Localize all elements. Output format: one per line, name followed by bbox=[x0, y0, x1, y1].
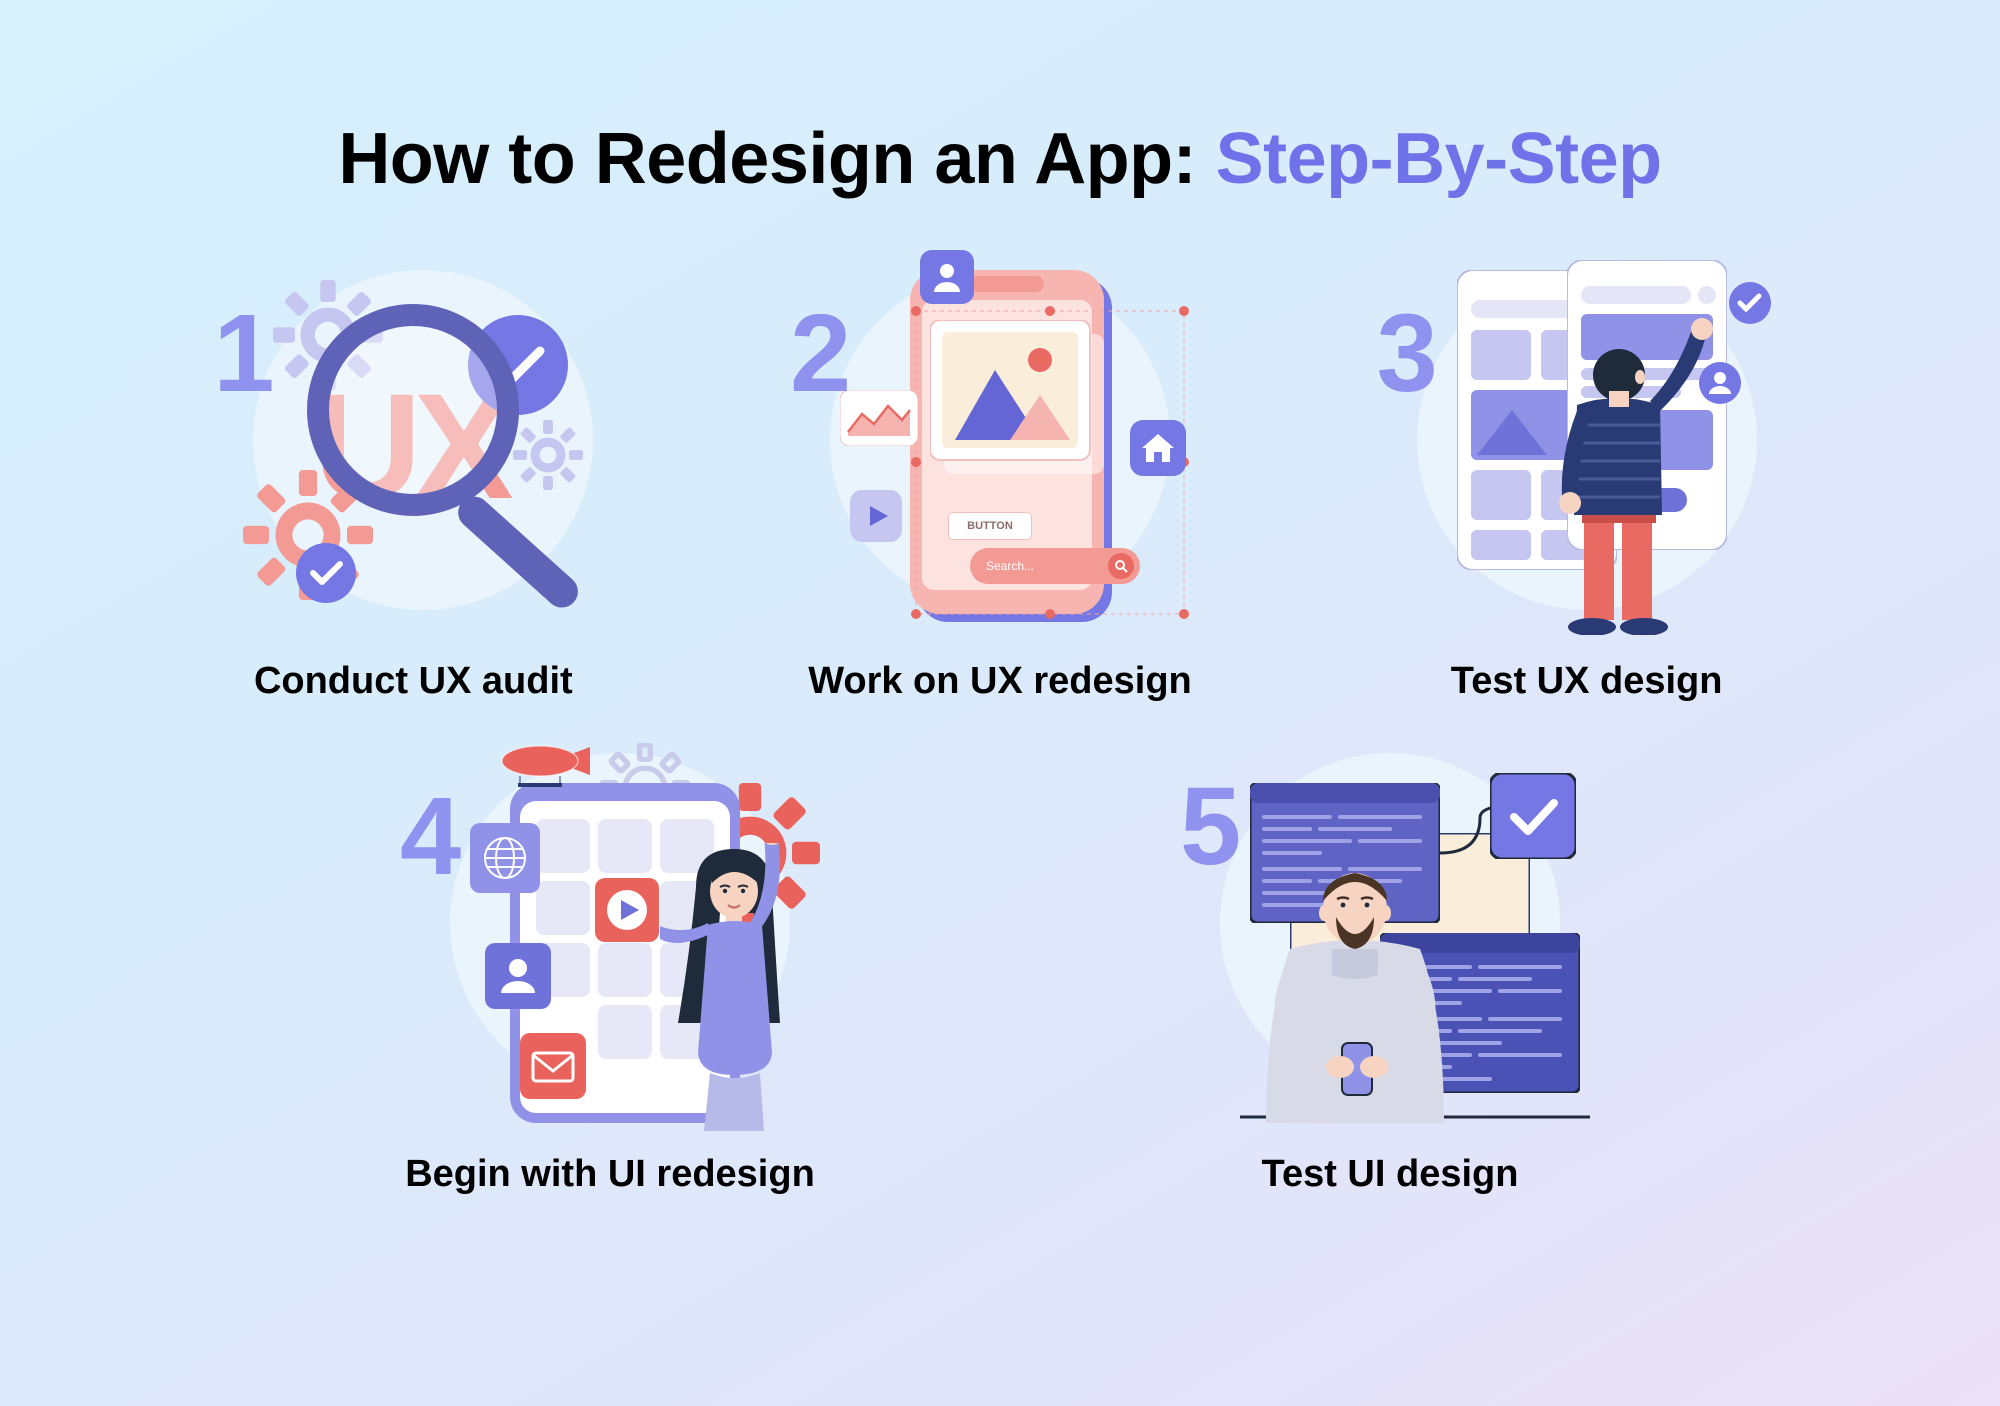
person-back-icon bbox=[1512, 305, 1722, 635]
play-chip-icon bbox=[850, 490, 902, 542]
home-chip-icon bbox=[1130, 420, 1186, 476]
step-number: 4 bbox=[400, 773, 461, 900]
step-number: 2 bbox=[790, 290, 851, 417]
illustration-ui-redesign: 4 bbox=[400, 743, 820, 1123]
step-card: 5 bbox=[1140, 743, 1640, 1196]
search-icon bbox=[1108, 553, 1134, 579]
step-card: 1 UX bbox=[163, 250, 663, 703]
steps-grid: 1 UX bbox=[0, 200, 2000, 1196]
step-card: 3 bbox=[1337, 250, 1837, 703]
check-tile-icon bbox=[1490, 773, 1576, 859]
step-caption: Begin with UI redesign bbox=[405, 1153, 815, 1196]
search-pill: Search... bbox=[970, 548, 1140, 584]
check-badge-icon bbox=[1727, 280, 1773, 326]
magnifier-icon bbox=[293, 290, 593, 610]
step-card: 2 BUTTON bbox=[750, 250, 1250, 703]
mail-tile-icon bbox=[520, 1033, 586, 1099]
illustration-test-ui: 5 bbox=[1180, 743, 1600, 1123]
illustration-ux-audit: 1 UX bbox=[203, 250, 623, 630]
page-title: How to Redesign an App: Step-By-Step bbox=[0, 0, 2000, 200]
globe-tile-icon bbox=[470, 823, 540, 893]
illustration-ux-redesign: 2 BUTTON bbox=[790, 250, 1210, 630]
row-2: 4 bbox=[120, 743, 1880, 1196]
illustration-test-ux: 3 bbox=[1377, 250, 1797, 630]
step-caption: Test UX design bbox=[1451, 660, 1723, 703]
step-caption: Conduct UX audit bbox=[254, 660, 573, 703]
title-main: How to Redesign an App: bbox=[338, 119, 1215, 199]
person-woman-icon bbox=[660, 843, 840, 1133]
user-chip-icon bbox=[920, 250, 974, 304]
step-number: 1 bbox=[213, 290, 274, 417]
step-card: 4 bbox=[360, 743, 860, 1196]
image-card-icon bbox=[930, 320, 1110, 480]
user-tile-icon bbox=[485, 943, 551, 1009]
button-mock: BUTTON bbox=[948, 512, 1032, 540]
step-caption: Work on UX redesign bbox=[808, 660, 1192, 703]
person-man-icon bbox=[1240, 853, 1470, 1133]
step-number: 3 bbox=[1377, 290, 1438, 417]
blimp-icon bbox=[500, 743, 590, 787]
chart-chip-icon bbox=[840, 390, 918, 446]
step-number: 5 bbox=[1180, 763, 1241, 890]
title-accent: Step-By-Step bbox=[1216, 119, 1662, 199]
row-1: 1 UX bbox=[120, 250, 1880, 703]
play-tile-icon bbox=[595, 878, 659, 942]
step-caption: Test UI design bbox=[1262, 1153, 1519, 1196]
